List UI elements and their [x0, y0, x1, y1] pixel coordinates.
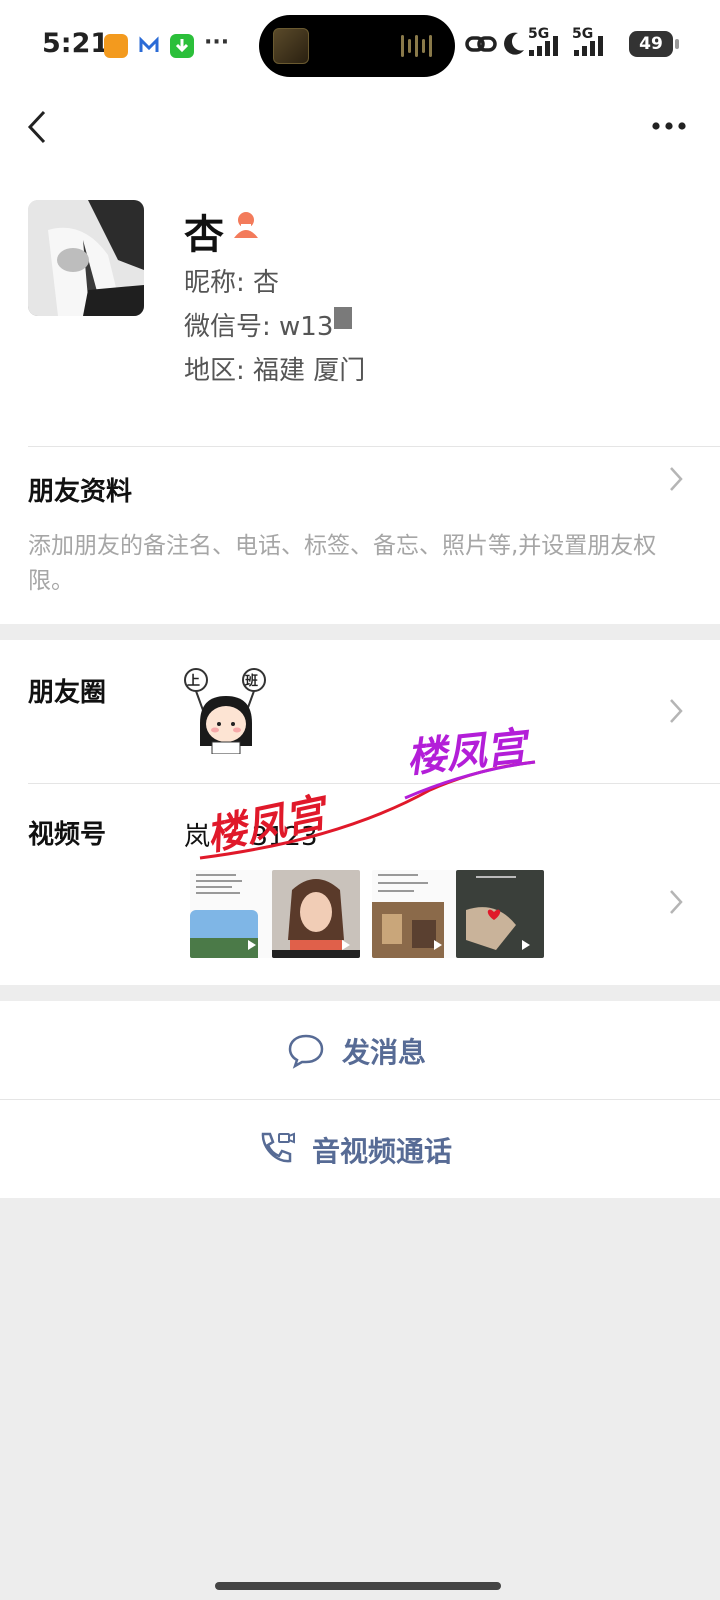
sticker-text-left: 上 [187, 674, 201, 689]
region-text: 地区: 福建 厦门 [184, 356, 366, 386]
video-thumbnail-image [190, 870, 278, 958]
video-thumbnail-image [272, 870, 360, 958]
friend-info-row[interactable]: 朋友资料 添加朋友的备注名、电话、标签、备忘、照片等,并设置朋友权限。 [0, 447, 720, 624]
nav-bar [0, 92, 720, 162]
back-button[interactable] [24, 108, 52, 146]
audio-video-call-label: 音视频通话 [312, 1135, 453, 1168]
female-user-icon [232, 210, 260, 244]
signal-strength-icon [529, 34, 565, 60]
wechat-id-text[interactable]: 微信号: w13 [184, 306, 333, 343]
home-indicator[interactable] [215, 1582, 501, 1590]
channel-video-thumb-4[interactable] [456, 870, 544, 958]
channel-video-thumb-1[interactable] [190, 870, 278, 958]
chevron-right-icon [668, 697, 684, 729]
status-time: 5:21 [42, 28, 110, 59]
more-button[interactable] [651, 116, 687, 136]
channel-video-thumb-3[interactable] [372, 870, 460, 958]
audio-video-call-button[interactable]: 音视频通话 [0, 1100, 720, 1198]
send-message-button[interactable]: 发消息 [0, 1001, 720, 1099]
friend-info-description: 添加朋友的备注名、电话、标签、备忘、照片等,并设置朋友权限。 [28, 533, 657, 594]
media-thumbnail-icon [273, 28, 309, 64]
notification-app-icon [104, 34, 128, 58]
avatar[interactable] [28, 200, 144, 316]
signal-strength-icon-2 [574, 34, 610, 60]
download-icon [170, 34, 194, 58]
nickname-text: 昵称: 杏 [184, 268, 280, 298]
status-bar: 5:21 ··· 5G 5G 49 [0, 0, 720, 92]
more-dots-icon [652, 122, 686, 130]
do-not-disturb-icon [500, 30, 526, 62]
friend-info-title: 朋友资料 [28, 477, 133, 507]
profile-name: 杏 [184, 212, 224, 258]
dynamic-island [259, 15, 455, 77]
avatar-image [28, 200, 144, 316]
moments-title: 朋友圈 [28, 678, 107, 708]
battery-indicator: 49 [629, 31, 673, 57]
profile-header: 杏 昵称: 杏 微信号: w13 地区: 福建 厦门 [0, 162, 720, 447]
link-icon [465, 30, 497, 62]
send-message-label: 发消息 [342, 1036, 427, 1069]
chevron-right-icon [668, 888, 684, 920]
video-call-icon [257, 1130, 297, 1172]
chat-bubble-icon [287, 1033, 325, 1073]
more-notifications-icon: ··· [204, 30, 230, 55]
channels-title: 视频号 [28, 820, 107, 850]
video-thumbnail-image [456, 870, 544, 958]
channel-video-thumb-2[interactable] [272, 870, 360, 958]
chevron-left-icon [27, 110, 46, 144]
redaction-block [334, 307, 352, 329]
battery-tip [675, 39, 679, 49]
mail-icon [137, 34, 161, 58]
video-thumbnail-image [372, 870, 460, 958]
moments-channels-block: 朋友圈 上 班 视频号 岚 3123 楼凤宫 楼凤宫 [0, 640, 720, 985]
chevron-right-icon [668, 465, 684, 497]
sticker-text-right: 班 [245, 674, 259, 689]
moments-sticker: 上 班 [182, 668, 272, 755]
